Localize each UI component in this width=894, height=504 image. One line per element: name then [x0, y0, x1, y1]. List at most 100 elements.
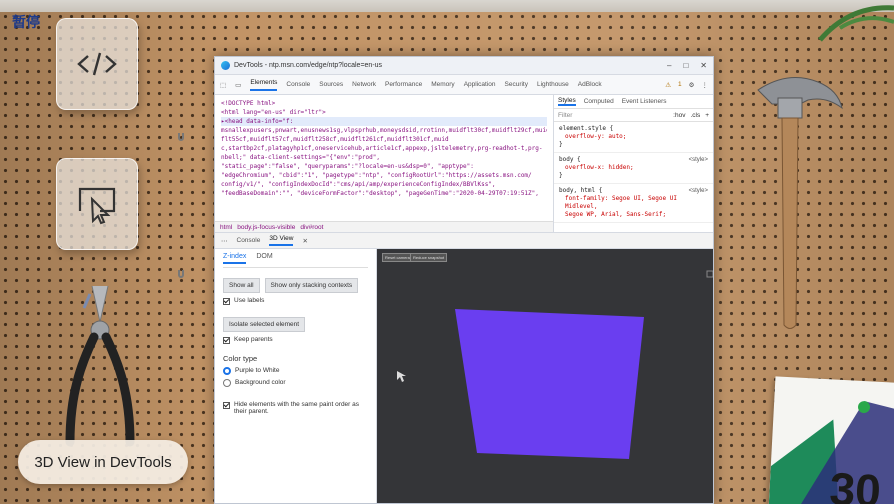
hammer-icon: [757, 77, 843, 329]
more-options-icon[interactable]: ⋮: [702, 81, 709, 89]
tab-performance[interactable]: Performance: [385, 81, 422, 88]
dom-line: "feedBaseDomain":"", "deviceFormFactor":…: [221, 190, 539, 197]
rule-source[interactable]: <style>: [689, 156, 708, 164]
code-icon: [77, 52, 117, 76]
dom-line: c,startbp2cf,platagyhp1cf,oneservicehub,…: [221, 145, 543, 152]
hide-elements-row[interactable]: Hide elements with the same paint order …: [223, 401, 368, 415]
tab-network[interactable]: Network: [352, 81, 376, 88]
warning-icon[interactable]: ⚠: [665, 81, 671, 89]
tab-security[interactable]: Security: [505, 81, 528, 88]
peg-hook: [178, 270, 184, 278]
new-rule-button[interactable]: +: [705, 112, 709, 119]
decorative-poster: 30: [768, 376, 894, 504]
dom-line[interactable]: <html lang="en-us" dir="ltr">: [221, 108, 547, 117]
subtab-z-index[interactable]: Z-index: [223, 253, 247, 264]
settings-gear-icon[interactable]: ⚙: [689, 81, 695, 89]
rule-close: }: [559, 172, 563, 179]
tab-console[interactable]: Console: [286, 81, 310, 88]
tab-event-listeners[interactable]: Event Listeners: [622, 98, 667, 105]
rule-property[interactable]: font-family: Segoe UI, Segoe UI Midlevel…: [559, 195, 708, 211]
isolate-row: Isolate selected element: [223, 317, 368, 332]
breadcrumb-html[interactable]: html: [220, 223, 232, 232]
styles-filter-input[interactable]: Filter: [558, 112, 572, 119]
inspect-element-icon[interactable]: ⬚: [220, 81, 226, 89]
pause-status-label: 暂停: [12, 15, 40, 31]
use-labels-label: Use labels: [234, 297, 265, 304]
devtools-window: DevTools - ntp.msn.com/edge/ntp?locale=e…: [214, 56, 714, 504]
color-type-heading: Color type: [223, 354, 258, 363]
hide-elements-checkbox[interactable]: [223, 402, 230, 409]
drawer-tab-3d-view[interactable]: 3D View: [269, 235, 294, 246]
style-rule[interactable]: <style> body { overflow-x: hidden; }: [554, 153, 713, 184]
3d-canvas[interactable]: Reset camera Reduce snapshot: [377, 249, 713, 504]
tab-computed[interactable]: Computed: [584, 98, 614, 105]
class-toggle-button[interactable]: .cls: [690, 112, 700, 119]
rule-property[interactable]: overflow-y: auto;: [559, 133, 708, 141]
keep-parents-row[interactable]: Keep parents: [223, 336, 368, 344]
edge-logo-icon: [221, 61, 230, 70]
dom-tree[interactable]: <!DOCTYPE html> <html lang="en-us" dir="…: [215, 95, 553, 232]
3d-view-sidebar: Z-index DOM Show all Show only stacking …: [215, 249, 377, 503]
breadcrumb-body[interactable]: body.js-focus-visible: [237, 223, 295, 232]
hover-state-button[interactable]: :hov: [673, 112, 685, 119]
cutting-pliers-icon: [65, 285, 135, 447]
svg-text:30: 30: [828, 462, 882, 504]
purple-to-white-row[interactable]: Purple to White: [223, 367, 368, 375]
tab-sources[interactable]: Sources: [319, 81, 343, 88]
dom-line: flt55cf,muidflt57cf,muidflt258cf,muidflt…: [221, 136, 449, 143]
purple-to-white-radio[interactable]: [223, 367, 231, 375]
device-toolbar-icon[interactable]: ▭: [235, 81, 241, 89]
use-labels-checkbox[interactable]: [223, 298, 230, 305]
keep-parents-checkbox[interactable]: [223, 337, 230, 344]
tab-application[interactable]: Application: [464, 81, 496, 88]
window-title: DevTools - ntp.msn.com/edge/ntp?locale=e…: [234, 62, 383, 69]
show-stacking-contexts-button[interactable]: Show only stacking contexts: [264, 278, 359, 293]
background-color-radio[interactable]: [223, 379, 231, 387]
isolate-selected-button[interactable]: Isolate selected element: [223, 317, 306, 332]
rule-source[interactable]: <style>: [689, 187, 708, 195]
poster-graphic: 30: [768, 401, 894, 504]
subtab-dom[interactable]: DOM: [256, 253, 272, 264]
rule-property[interactable]: overflow-x: hidden;: [559, 164, 708, 172]
inspect-tile: [56, 158, 138, 250]
drawer-tab-console[interactable]: Console: [237, 237, 261, 244]
background-color-row[interactable]: Background color: [223, 379, 368, 387]
tab-lighthouse[interactable]: Lighthouse: [537, 81, 569, 88]
page-layer-plane[interactable]: [455, 309, 644, 459]
tab-adblock[interactable]: AdBlock: [578, 81, 602, 88]
show-all-button[interactable]: Show all: [223, 278, 260, 293]
tab-memory[interactable]: Memory: [431, 81, 454, 88]
tab-styles[interactable]: Styles: [558, 97, 576, 106]
inspect-cursor-icon: [78, 187, 116, 225]
elements-panel-area: <!DOCTYPE html> <html lang="en-us" dir="…: [215, 95, 713, 233]
drawer-menu-icon[interactable]: ⋯: [221, 237, 228, 245]
show-buttons-row: Show all Show only stacking contexts: [223, 278, 368, 293]
viewport-resize-icon[interactable]: [706, 270, 713, 278]
top-wall: [0, 0, 894, 12]
dom-line: msnallexpusers,pnwart,enusnews1sg,vlpspr…: [221, 127, 547, 134]
style-rule[interactable]: <style> body, html { font-family: Segoe …: [554, 184, 713, 223]
3d-subtabs: Z-index DOM: [223, 253, 368, 268]
close-window-button[interactable]: ✕: [700, 61, 707, 70]
3d-layer-render[interactable]: [377, 249, 713, 504]
dom-line[interactable]: ▸<head data-info="f:: [221, 117, 547, 126]
rule-selector: body, html {: [559, 187, 603, 194]
styles-tab-bar: Styles Computed Event Listeners: [554, 95, 713, 109]
hide-elements-label: Hide elements with the same paint order …: [234, 401, 360, 415]
warning-count: 1: [678, 81, 682, 88]
minimize-button[interactable]: –: [667, 61, 671, 70]
style-rule[interactable]: element.style { overflow-y: auto; }: [554, 122, 713, 153]
use-labels-row[interactable]: Use labels: [223, 297, 368, 305]
purple-to-white-label: Purple to White: [235, 367, 280, 374]
breadcrumb-root[interactable]: div#root: [300, 223, 323, 232]
maximize-button[interactable]: □: [683, 61, 688, 70]
styles-filter-bar: Filter :hov .cls +: [554, 109, 713, 122]
tab-elements[interactable]: Elements: [250, 79, 278, 91]
styles-pane: Styles Computed Event Listeners Filter :…: [553, 95, 713, 232]
main-tab-bar: ⬚ ▭ Elements Console Sources Network Per…: [215, 75, 713, 95]
dom-line[interactable]: <!DOCTYPE html>: [221, 99, 547, 108]
dom-line: "edgeChromium", "cbid":"1", "pagetype":"…: [221, 172, 532, 179]
drawer-tab-close-icon[interactable]: ✕: [302, 237, 307, 245]
rule-property[interactable]: Segoe WP, Arial, Sans-Serif;: [559, 211, 708, 219]
mouse-cursor-icon: [397, 371, 406, 382]
